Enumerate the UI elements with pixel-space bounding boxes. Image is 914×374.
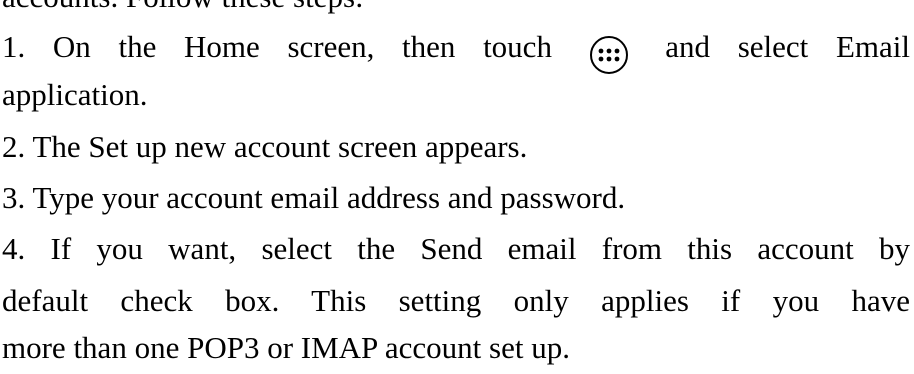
step-1-continuation: application.	[2, 77, 148, 112]
step-1-text-before: 1. On the Home screen, then touch	[2, 29, 552, 64]
step-4-line-1: 4. If you want, select the Send email fr…	[2, 231, 910, 266]
app-launcher-icon	[589, 36, 628, 74]
step-3-line: 3. Type your account email address and p…	[2, 180, 626, 215]
step-4-line-2: default check box. This setting only app…	[2, 283, 910, 318]
intro-line: accounts. Follow these steps:	[2, 0, 364, 15]
manual-page: accounts. Follow these steps: 1. On the …	[0, 0, 914, 374]
step-1-text-after: and select Email	[665, 29, 910, 64]
step-4-line-3: more than one POP3 or IMAP account set u…	[2, 330, 570, 365]
step-1-line: 1. On the Home screen, then touch and se…	[2, 29, 910, 74]
step-2-line: 2. The Set up new account screen appears…	[2, 129, 528, 164]
